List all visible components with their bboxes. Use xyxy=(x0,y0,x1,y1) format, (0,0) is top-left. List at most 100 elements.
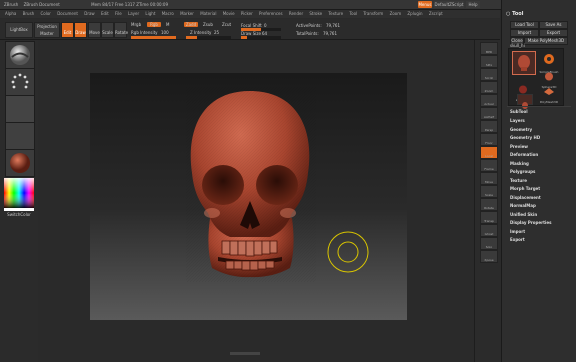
mrgb-toggle[interactable]: Mrgb xyxy=(131,22,141,27)
menu-preferences[interactable]: Preferences xyxy=(259,11,283,16)
alpha-thumbnail[interactable] xyxy=(5,95,35,123)
menu-file[interactable]: File xyxy=(115,11,122,16)
frame-button[interactable]: Frame xyxy=(480,159,498,172)
aahalf-button[interactable]: AAHalf xyxy=(480,107,498,120)
geometry-hd-section[interactable]: Geometry HD xyxy=(510,135,540,140)
texture-thumbnail[interactable] xyxy=(5,122,35,150)
edit-button[interactable]: Edit xyxy=(61,22,74,38)
polygroups-section[interactable]: Polygroups xyxy=(510,169,535,174)
rgb-toggle[interactable]: Rgb xyxy=(147,22,161,27)
tool-thumb-skull[interactable] xyxy=(512,51,536,75)
menu-edit[interactable]: Edit xyxy=(101,11,109,16)
menu-render[interactable]: Render xyxy=(289,11,303,16)
viewport-scrollbar[interactable] xyxy=(230,352,260,355)
local-button[interactable]: Local xyxy=(480,146,498,159)
zoom-button[interactable]: Zoom xyxy=(480,81,498,94)
menu-texture[interactable]: Texture xyxy=(328,11,343,16)
skull-model[interactable] xyxy=(90,73,407,320)
menu-alpha[interactable]: Alpha xyxy=(5,11,16,16)
active-points-label: ActivePoints: xyxy=(296,23,322,28)
projection-master-button[interactable]: Projection Master xyxy=(34,22,60,38)
draw-button[interactable]: Draw xyxy=(74,22,87,38)
morph-target-section[interactable]: Morph Target xyxy=(510,186,540,191)
menu-zscript[interactable]: Zscript xyxy=(429,11,443,16)
material-thumbnail[interactable] xyxy=(5,149,35,177)
save-as-button[interactable]: Save As xyxy=(539,21,568,29)
import-section[interactable]: Import xyxy=(510,229,525,234)
preview-section[interactable]: Preview xyxy=(510,144,528,149)
zadd-toggle[interactable]: Zadd xyxy=(184,22,198,27)
menu-color[interactable]: Color xyxy=(40,11,50,16)
brush-thumbnail[interactable] xyxy=(5,41,35,69)
z-intensity-slider[interactable] xyxy=(186,36,231,39)
deformation-section[interactable]: Deformation xyxy=(510,152,538,157)
actual-button[interactable]: Actual xyxy=(480,94,498,107)
default-zscript-button[interactable]: DefaultZScript xyxy=(434,1,464,8)
canvas-viewport[interactable] xyxy=(90,73,407,320)
menu-movie[interactable]: Movie xyxy=(223,11,235,16)
tool-thumb-zspheres[interactable]: ZSpheres xyxy=(512,79,534,102)
menu-draw[interactable]: Draw xyxy=(84,11,94,16)
switch-color-button[interactable]: SwitchColor xyxy=(4,212,34,217)
draw-size-slider[interactable] xyxy=(241,36,281,39)
export-section[interactable]: Export xyxy=(510,237,525,242)
menu-zoom[interactable]: Zoom xyxy=(390,11,402,16)
color-picker[interactable] xyxy=(4,178,34,208)
normalmap-section[interactable]: NormalMap xyxy=(510,203,536,208)
frame-label: Frame xyxy=(484,167,494,171)
transp-button[interactable]: Transp xyxy=(480,211,498,224)
edit-label: Edit xyxy=(63,30,72,35)
unified-skin-section[interactable]: Unified Skin xyxy=(510,212,537,217)
make-polymesh-button[interactable]: Make PolyMesh3D xyxy=(524,37,568,45)
move-button[interactable]: Move xyxy=(88,22,101,38)
zsub-toggle[interactable]: Zsub xyxy=(203,22,213,27)
main-color-swatch[interactable] xyxy=(4,208,34,211)
rotate-button[interactable]: Rotate xyxy=(114,22,128,38)
scroll-button[interactable]: Scroll xyxy=(480,68,498,81)
geometry-section[interactable]: Geometry xyxy=(510,127,532,132)
import-button[interactable]: Import xyxy=(510,29,539,37)
menu-macro[interactable]: Macro xyxy=(162,11,174,16)
texture-section[interactable]: Texture xyxy=(510,178,527,183)
menu-stroke[interactable]: Stroke xyxy=(309,11,322,16)
stroke-thumbnail[interactable] xyxy=(5,68,35,96)
menu-material[interactable]: Material xyxy=(200,11,216,16)
move-view-button[interactable]: Move xyxy=(480,172,498,185)
tool-thumb-sphere3d[interactable]: Sphere3D xyxy=(538,66,560,89)
layers-section[interactable]: Layers xyxy=(510,118,525,123)
floor-button[interactable]: Floor xyxy=(480,133,498,146)
rgb-intensity-slider[interactable] xyxy=(131,36,176,39)
ghost-button[interactable]: Ghost xyxy=(480,224,498,237)
displacement-section[interactable]: Displacement xyxy=(510,195,541,200)
menus-button[interactable]: Menus xyxy=(418,1,432,8)
solo-button[interactable]: Solo xyxy=(480,237,498,250)
tool-thumb-small[interactable] xyxy=(517,94,533,109)
menu-layer[interactable]: Layer xyxy=(128,11,139,16)
display-properties-section[interactable]: Display Properties xyxy=(510,220,551,225)
menu-picker[interactable]: Picker xyxy=(241,11,253,16)
lightbox-button[interactable]: LightBox xyxy=(5,22,33,38)
subtool-section[interactable]: SubTool xyxy=(510,109,528,114)
m-toggle[interactable]: M xyxy=(166,22,169,27)
menu-zplugin[interactable]: Zplugin xyxy=(407,11,422,16)
export-button[interactable]: Export xyxy=(539,29,568,37)
tool-palette-header[interactable]: ○ Tool xyxy=(506,11,523,17)
zcut-toggle[interactable]: Zcut xyxy=(222,22,231,27)
masking-section[interactable]: Masking xyxy=(510,161,529,166)
persp-button[interactable]: Persp xyxy=(480,120,498,133)
scale-button[interactable]: Scale xyxy=(101,22,114,38)
help-button[interactable]: Help xyxy=(466,1,480,8)
menu-brush[interactable]: Brush xyxy=(23,11,35,16)
menu-marker[interactable]: Marker xyxy=(180,11,194,16)
menu-light[interactable]: Light xyxy=(145,11,155,16)
scale-view-button[interactable]: Scale xyxy=(480,185,498,198)
menu-transform[interactable]: Transform xyxy=(363,11,383,16)
spix-button[interactable]: SPix xyxy=(480,55,498,68)
bpr-button[interactable]: BPR xyxy=(480,42,498,55)
menu-document[interactable]: Document xyxy=(57,11,78,16)
tool-thumb-polymesh3d[interactable]: PolyMesh3D xyxy=(538,81,560,104)
xpose-button[interactable]: Xpose xyxy=(480,250,498,263)
menu-tool[interactable]: Tool xyxy=(349,11,357,16)
rotate-view-button[interactable]: Rotate xyxy=(480,198,498,211)
load-tool-button[interactable]: Load Tool xyxy=(510,21,539,29)
